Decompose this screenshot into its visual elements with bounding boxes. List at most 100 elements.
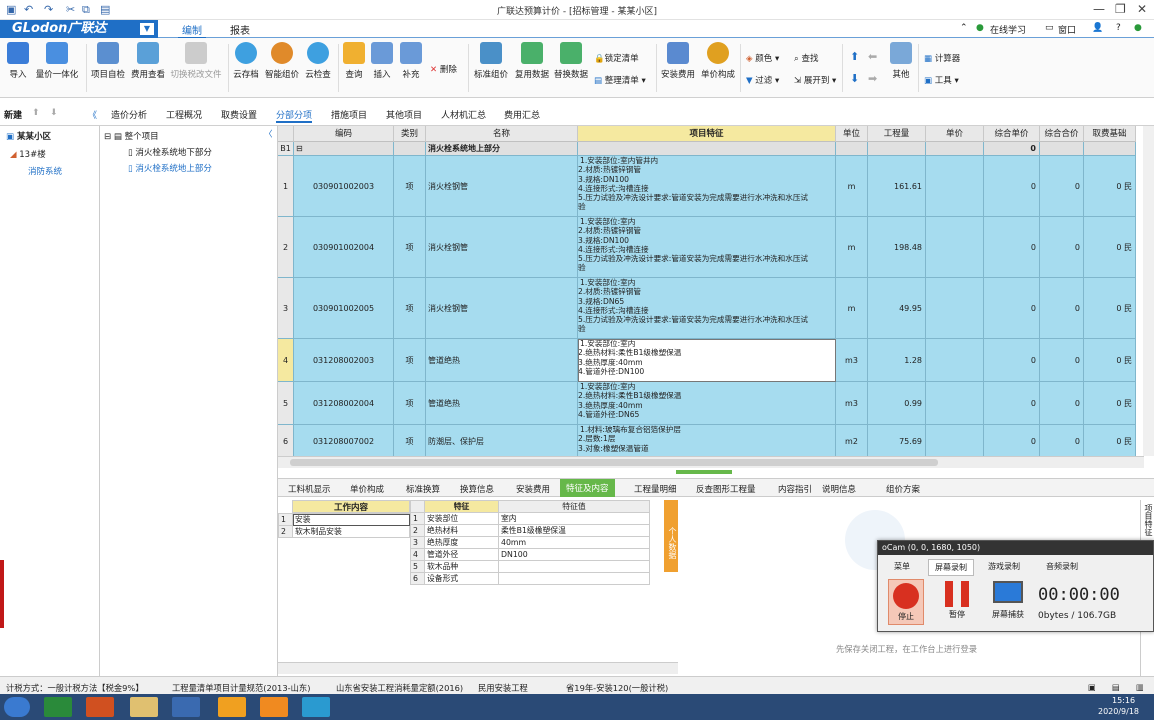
- column-header-base[interactable]: 取费基础: [1084, 126, 1136, 142]
- replace-data-button[interactable]: 替换数据: [553, 42, 589, 80]
- item-unit-total-cell[interactable]: 0: [984, 339, 1040, 382]
- feature-name[interactable]: 管道外径: [424, 548, 499, 561]
- feature-row[interactable]: 5 软木品种: [410, 560, 650, 573]
- item-base-cell[interactable]: 0 民: [1084, 278, 1136, 339]
- move-right-icon[interactable]: ➡: [868, 72, 877, 85]
- bottom-horizontal-scrollbar[interactable]: [278, 662, 678, 674]
- item-price-cell[interactable]: [926, 217, 984, 278]
- app-icon[interactable]: [86, 697, 114, 717]
- item-name-cell[interactable]: 管道绝热: [426, 382, 578, 425]
- item-code-cell[interactable]: 030901002003: [294, 156, 394, 217]
- detail-tab[interactable]: 说明信息: [822, 483, 856, 495]
- item-name-cell[interactable]: 消火栓钢管: [426, 156, 578, 217]
- item-name-cell[interactable]: 消火栓钢管: [426, 278, 578, 339]
- glodon-icon-2[interactable]: [260, 697, 288, 717]
- feature-value[interactable]: [498, 560, 650, 573]
- detail-tab[interactable]: 工料机显示: [288, 483, 331, 495]
- tab-labor-material-summary[interactable]: 人材机汇总: [441, 108, 486, 121]
- tab-project-overview[interactable]: 工程概况: [166, 108, 202, 121]
- detail-tab[interactable]: 内容指引: [778, 483, 812, 495]
- item-base-cell[interactable]: 0 民: [1084, 425, 1136, 459]
- item-sum-cell[interactable]: 0: [1040, 156, 1084, 217]
- folder-icon[interactable]: [130, 697, 158, 717]
- detail-tab[interactable]: 工程量明细: [634, 483, 677, 495]
- section-node-selected[interactable]: ▯ 消火栓系统地上部分: [128, 162, 212, 174]
- detail-tab[interactable]: 特征及内容: [560, 479, 615, 497]
- item-feature-cell[interactable]: 1.安装部位:室内 2.材质:热镀锌钢管 3.规格:DN65 4.连接形式:沟槽…: [578, 278, 836, 339]
- glodon-icon[interactable]: [218, 697, 246, 717]
- item-price-cell[interactable]: [926, 156, 984, 217]
- ocam-stop-button[interactable]: 停止: [888, 579, 924, 625]
- feature-value[interactable]: [498, 572, 650, 585]
- tab-sub-items[interactable]: 分部分项: [276, 108, 313, 123]
- row-number[interactable]: 3: [278, 278, 294, 339]
- up-arrow-icon[interactable]: ⬆: [32, 108, 40, 118]
- feature-name[interactable]: 软木品种: [424, 560, 499, 573]
- expand-to-button[interactable]: ⇲ 展开到 ▾: [794, 74, 836, 86]
- item-price-cell[interactable]: [926, 382, 984, 425]
- building-node[interactable]: ◢ 13#楼: [10, 148, 46, 160]
- cloud-check-button[interactable]: 云检查: [304, 42, 332, 80]
- section-root-node[interactable]: ⊟ ▤ 整个项目: [104, 130, 159, 142]
- organize-list-button[interactable]: ▤ 整理清单 ▾: [594, 74, 646, 86]
- feature-value[interactable]: 室内: [498, 512, 650, 525]
- item-unit-cell[interactable]: m3: [836, 339, 868, 382]
- item-code-cell[interactable]: 031208002003: [294, 339, 394, 382]
- item-unit-total-cell[interactable]: 0: [984, 217, 1040, 278]
- tab-measures[interactable]: 措施项目: [331, 108, 367, 121]
- work-content-row[interactable]: 1 安装: [278, 513, 410, 526]
- start-icon[interactable]: [4, 697, 30, 717]
- list-view-icon[interactable]: ▤: [1112, 682, 1120, 692]
- item-feature-cell[interactable]: 1.安装部位:室内 2.绝热材料:柔性B1级橡塑保温 3.绝热厚度:40mm 4…: [578, 382, 836, 425]
- grid-horizontal-scrollbar[interactable]: [278, 456, 1144, 468]
- work-content-row[interactable]: 2 软木制品安装: [278, 525, 410, 538]
- row-number[interactable]: 2: [278, 217, 294, 278]
- feature-name[interactable]: 安装部位: [424, 512, 499, 525]
- item-qty-cell[interactable]: 49.95: [868, 278, 926, 339]
- grid-vertical-scrollbar[interactable]: [1143, 126, 1154, 456]
- item-base-cell[interactable]: 0 民: [1084, 339, 1136, 382]
- item-sum-cell[interactable]: 0: [1040, 382, 1084, 425]
- section-node[interactable]: ▯ 消火栓系统地下部分: [128, 146, 212, 158]
- row-number[interactable]: 6: [278, 425, 294, 459]
- detail-tab[interactable]: 标准换算: [406, 483, 440, 495]
- row-number[interactable]: 1: [278, 156, 294, 217]
- menu-tab-edit[interactable]: 编制: [178, 22, 206, 39]
- item-unit-total-cell[interactable]: 0: [984, 425, 1040, 459]
- column-header-feature[interactable]: 项目特征: [578, 126, 836, 142]
- column-header-type[interactable]: 类别: [394, 126, 426, 142]
- personal-data-tab[interactable]: 个人数据: [664, 500, 678, 572]
- ocam-tab-audio-record[interactable]: 音频录制: [1040, 559, 1084, 574]
- item-type-cell[interactable]: 项: [394, 278, 426, 339]
- column-header-qty[interactable]: 工程量: [868, 126, 926, 142]
- item-code-cell[interactable]: 031208007002: [294, 425, 394, 459]
- item-sum-cell[interactable]: 0: [1040, 339, 1084, 382]
- color-button[interactable]: ◈ 颜色 ▾: [746, 52, 779, 64]
- section-collapse-icon[interactable]: ⊟: [294, 142, 394, 156]
- item-qty-cell[interactable]: 1.28: [868, 339, 926, 382]
- menu-tab-report[interactable]: 报表: [230, 22, 250, 37]
- column-header-code[interactable]: 编码: [294, 126, 394, 142]
- item-sum-cell[interactable]: 0: [1040, 217, 1084, 278]
- logo-dropdown-icon[interactable]: ▼: [140, 23, 154, 35]
- detail-tab[interactable]: 安装费用: [516, 483, 550, 495]
- restore-button[interactable]: ❐: [1115, 2, 1126, 16]
- reuse-data-button[interactable]: 复用数据: [514, 42, 550, 80]
- work-content-text[interactable]: 软木制品安装: [292, 525, 410, 538]
- item-base-cell[interactable]: 0 民: [1084, 156, 1136, 217]
- item-feature-cell[interactable]: 1.安装部位:室内管井内 2.材质:热镀锌钢管 3.规格:DN100 4.连接形…: [578, 156, 836, 217]
- query-button[interactable]: 查询: [342, 42, 366, 80]
- feature-row[interactable]: 6 设备形式: [410, 572, 650, 585]
- self-check-button[interactable]: 项目自检: [90, 42, 126, 80]
- item-feature-cell[interactable]: 1.安装部位:室内 2.材质:热镀锌钢管 3.规格:DN100 4.连接形式:沟…: [578, 217, 836, 278]
- unit-price-composition-button[interactable]: 单价构成: [700, 42, 736, 80]
- item-type-cell[interactable]: 项: [394, 425, 426, 459]
- item-qty-cell[interactable]: 0.99: [868, 382, 926, 425]
- feature-name[interactable]: 绝热材料: [424, 524, 499, 537]
- detail-tab[interactable]: 反查图形工程量: [696, 483, 756, 495]
- ocam-pause-button[interactable]: 暂停: [942, 581, 972, 620]
- project-node[interactable]: ▣ 某某小区: [6, 130, 51, 142]
- move-left-icon[interactable]: ⬅: [868, 50, 877, 63]
- window-menu[interactable]: 窗口: [1058, 23, 1076, 36]
- feedback-icon[interactable]: ●: [1134, 23, 1142, 33]
